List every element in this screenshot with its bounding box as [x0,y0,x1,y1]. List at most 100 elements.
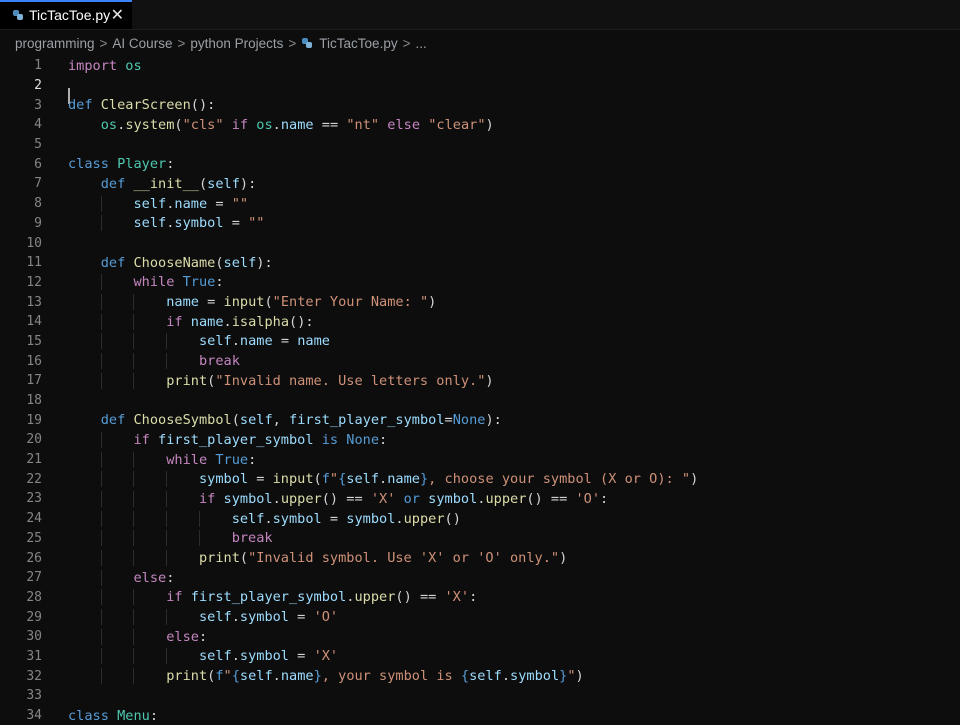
code-text: else: [42,569,174,586]
code-line[interactable]: 14 if name.isalpha(): [0,312,960,332]
code-line[interactable]: 32 print(f"{self.name}, your symbol is {… [0,666,960,686]
code-text: import os [42,58,142,74]
indent-guide [133,530,135,547]
breadcrumb-item-ai-course[interactable]: AI Course [112,36,172,51]
code-token: ) [485,116,494,133]
code-token: self [239,412,273,429]
code-text: symbol = input(f"{self.name}, choose you… [42,471,698,488]
code-line[interactable]: 17 print("Invalid name. Use letters only… [0,371,960,391]
code-line[interactable]: 23 if symbol.upper() == 'X' or symbol.up… [0,489,960,509]
code-line[interactable]: 3 def ClearScreen(): [0,95,960,115]
indent-guide [198,510,200,527]
code-line[interactable]: 15 self.name = name [0,332,960,352]
code-token: ): [256,254,273,271]
breadcrumb-separator: > [288,35,297,51]
indent-guide [100,294,102,311]
code-text: while True: [42,451,256,468]
tab-label: TicTacToe.py [29,6,111,23]
line-number: 23 [26,491,42,507]
code-text: def __init__(self): [42,176,257,192]
line-number: 1 [34,58,42,74]
code-line[interactable]: 25 break [0,529,960,549]
code-token: break [231,530,273,547]
python-file-icon [13,9,23,20]
code-line[interactable]: 6 class Player: [0,154,960,174]
breadcrumb-file-label: TicTacToe.py [319,35,398,51]
indent-guide [133,294,135,311]
code-line[interactable]: 22 symbol = input(f"{self.name}, choose … [0,469,960,489]
code-line[interactable]: 26 print("Invalid symbol. Use 'X' or 'O'… [0,548,960,568]
code-token: symbol [223,490,273,507]
indent-guide [100,215,102,232]
code-line[interactable]: 33 [0,686,960,706]
code-token: ChooseName [133,254,216,271]
tab-tictactoe[interactable]: TicTacToe.py ✕ [0,0,132,29]
code-token: 'O' [575,490,601,507]
code-line[interactable]: 7 def __init__(self): [0,174,960,194]
tab-bar: TicTacToe.py ✕ [0,0,960,30]
code-line[interactable]: 13 name = input("Enter Your Name: ") [0,292,960,312]
indent-guide [166,550,168,567]
code-line[interactable]: 34 class Menu: [0,706,960,725]
code-line[interactable]: 21 while True: [0,450,960,470]
close-icon[interactable]: ✕ [111,5,124,25]
code-token: os [125,57,142,74]
code-token: = [289,648,314,665]
code-line[interactable]: 9 self.symbol = "" [0,214,960,234]
breadcrumb-item-programming[interactable]: programming [15,36,95,51]
indent-guide [100,569,102,586]
code-line[interactable]: 5 [0,135,960,155]
code-text: while True: [42,274,224,291]
code-line[interactable]: 1 import os [0,56,960,76]
code-token: { [231,668,240,685]
code-line[interactable]: 12 while True: [0,273,960,293]
code-line[interactable]: 24 self.symbol = symbol.upper() [0,509,960,529]
code-token: ( [174,116,183,133]
indent-guide [100,313,102,330]
line-number: 10 [26,235,42,251]
indent-guide [133,451,135,468]
code-line[interactable]: 20 if first_player_symbol is None: [0,430,960,450]
code-token: self [346,471,380,488]
breadcrumb-item-file[interactable]: TicTacToe.py [301,35,398,51]
code-token: : [215,274,224,291]
code-token: == [313,116,347,133]
code-editor[interactable]: 1 import os 2 3 def ClearScreen(): 4 os.syste… [0,56,960,725]
code-line[interactable]: 8 self.name = "" [0,194,960,214]
code-line[interactable]: 31 self.symbol = 'X' [0,647,960,667]
indent-guide [166,353,168,370]
breadcrumb-item-python-projects[interactable]: python Projects [190,36,283,51]
indent-guide [133,490,135,507]
code-line[interactable]: 2 [0,76,960,104]
code-token: "Invalid name. Use letters only." [215,372,486,389]
code-token: None [452,412,486,429]
code-token: self [223,254,257,271]
line-number: 7 [34,176,42,192]
code-line[interactable]: 11 def ChooseName(self): [0,253,960,273]
indent-guide [166,490,168,507]
code-line[interactable]: 4 os.system("cls" if os.name == "nt" els… [0,115,960,135]
code-token: ) [575,668,584,685]
code-token: ClearScreen [100,97,191,114]
code-line[interactable]: 29 self.symbol = 'O' [0,607,960,627]
code-line[interactable]: 19 def ChooseSymbol(self, first_player_s… [0,410,960,430]
code-token: name [297,333,330,350]
code-token: symbol [239,609,289,626]
code-text: def ChooseName(self): [42,255,273,271]
code-line[interactable]: 27 else: [0,568,960,588]
indent-guide [100,471,102,488]
code-token: "nt" [346,116,380,133]
code-text: os.system("cls" if os.name == "nt" else … [42,117,494,133]
code-line[interactable]: 30 else: [0,627,960,647]
breadcrumb-item-more[interactable]: ... [415,36,426,51]
code-token: = [198,294,224,311]
code-line[interactable]: 28 if first_player_symbol.upper() == 'X'… [0,588,960,608]
code-token: symbol [272,510,322,527]
code-token: 'X' [444,589,470,606]
code-line[interactable]: 16 break [0,351,960,371]
indent-guide [166,333,168,350]
indent-guide [133,589,135,606]
code-line[interactable]: 18 [0,391,960,411]
code-line[interactable]: 10 [0,233,960,253]
